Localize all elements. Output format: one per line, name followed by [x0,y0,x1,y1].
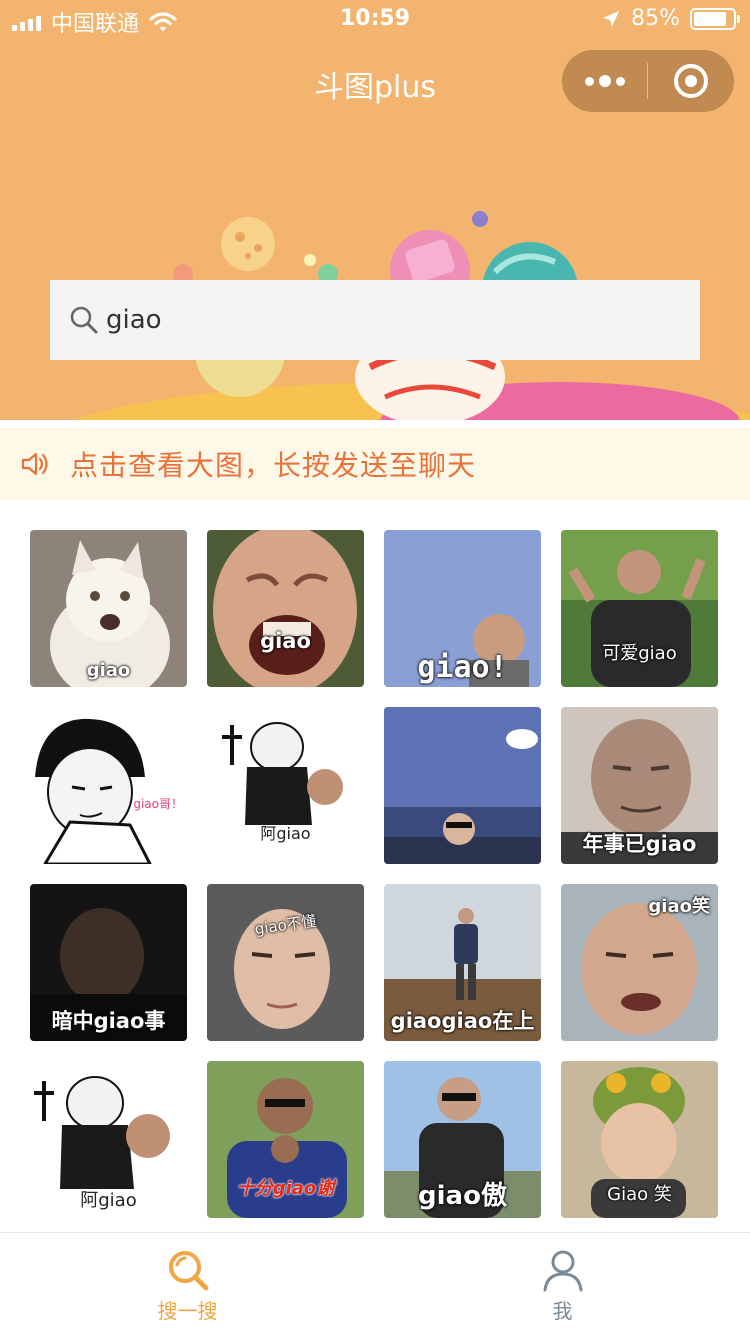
search-icon [70,306,98,334]
sticker-caption: 阿giao [80,1190,137,1211]
sticker-caption: 暗中giao事 [51,1009,166,1033]
sticker-tile[interactable]: Giao 笑 [561,1061,718,1218]
sticker-tile[interactable]: 年事已giao [561,707,718,864]
nav-bar: 斗图plus [0,42,750,122]
sticker-tile[interactable]: 十分giao谢 [207,1061,364,1218]
mini-program-capsule [562,50,734,112]
close-button[interactable] [648,50,734,112]
sticker-caption: giaogiao在上 [390,1009,535,1033]
tab-me-label: 我 [552,1299,573,1323]
sticker-caption: 阿giao [260,824,311,843]
status-right: 85% [601,6,740,31]
sticker-caption: giao哥！ [133,797,183,811]
sticker-tile[interactable]: giao笑 [561,884,718,1041]
sticker-caption: giao笑 [648,896,710,917]
close-target-icon [674,64,708,98]
speaker-icon [21,452,48,476]
sticker-caption: Giao 笑 [607,1184,672,1205]
sticker-caption: giao [86,660,131,681]
sticker-tile[interactable]: giao [30,530,187,687]
sticker-caption: giao傲 [418,1181,507,1211]
user-icon [543,1250,582,1292]
battery-icon [690,7,740,30]
sticker-caption: 可爱giao [602,643,677,664]
battery-percent: 85% [631,6,680,31]
sticker-tile[interactable]: giao [207,530,364,687]
sticker-caption: 十分giao谢 [236,1178,335,1199]
notice-text: 点击查看大图，长按发送至聊天 [70,449,477,482]
banner [0,122,750,420]
notice-bar: 点击查看大图，长按发送至聊天 [0,428,750,500]
sticker-caption: giao [260,629,311,653]
sticker-tile[interactable]: giao傲 [384,1061,541,1218]
sticker-tile[interactable]: 阿giao [30,1061,187,1218]
tab-bar: 搜一搜 我 [0,1232,750,1334]
search-box[interactable] [50,280,700,360]
status-bar: 中国联通 10:59 85% [0,0,750,42]
tab-search-label: 搜一搜 [157,1299,218,1323]
sticker-image-cartoon-head [30,707,187,864]
sticker-caption: giao! [417,650,508,685]
sticker-tile[interactable]: giaogiao在上 [384,884,541,1041]
sticker-tile[interactable]: 可爱giao [561,530,718,687]
sticker-tile[interactable] [384,707,541,864]
sticker-tile[interactable]: 阿giao [207,707,364,864]
more-button[interactable] [562,50,647,112]
tab-me[interactable]: 我 [375,1233,750,1334]
search-input[interactable] [106,305,666,335]
sticker-tile[interactable]: giao哥！ [30,707,187,864]
sticker-grid: giao giao giao! 可爱giao giao哥！ 阿giao 年事已g… [30,530,720,1218]
sticker-image-shouting-man [207,530,364,687]
tab-search[interactable]: 搜一搜 [0,1233,375,1334]
location-arrow-icon [603,10,620,27]
banner-illustration [73,211,750,420]
sticker-caption: 年事已giao [582,832,697,856]
search-icon [168,1251,208,1291]
battery-fill [694,11,727,26]
sticker-tile[interactable]: giao不懂 [207,884,364,1041]
sticker-tile[interactable]: 暗中giao事 [30,884,187,1041]
sticker-image-floating-head [384,707,541,864]
sticker-tile[interactable]: giao! [384,530,541,687]
